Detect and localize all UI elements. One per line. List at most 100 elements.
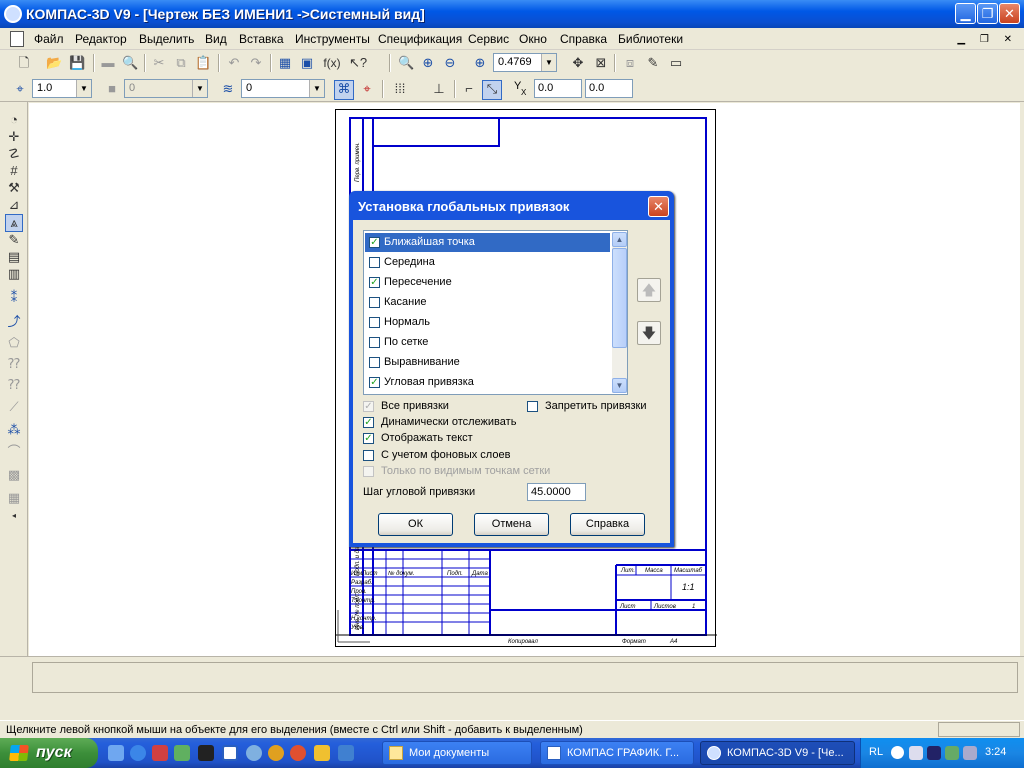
ok-button[interactable]: ОК	[378, 513, 453, 536]
snap-item-intersection[interactable]: ✓ Пересечение	[365, 273, 610, 292]
scroll-down-icon[interactable]: ▼	[612, 378, 627, 393]
variables-icon[interactable]: f(x)	[321, 55, 343, 71]
messenger-icon[interactable]	[174, 745, 190, 761]
snap-checkbox[interactable]: ✓	[369, 377, 380, 388]
tray-misc-icon[interactable]	[963, 746, 977, 760]
cut-icon[interactable]: ✂	[151, 55, 167, 71]
opt-checkbox[interactable]	[527, 401, 538, 412]
chevron-down-icon[interactable]: ▼	[541, 54, 556, 71]
query-length-icon[interactable]: ⤴	[6, 314, 22, 330]
menu-tools[interactable]: Инструменты	[295, 32, 370, 46]
document-icon[interactable]	[10, 31, 24, 47]
paste-icon[interactable]: 📋	[195, 55, 211, 71]
help-pointer-icon[interactable]: ↖?	[349, 55, 367, 71]
menu-editor[interactable]: Редактор	[75, 32, 127, 46]
menu-specification[interactable]: Спецификация	[378, 32, 462, 46]
opt-checkbox[interactable]	[363, 450, 374, 461]
copy-icon[interactable]: ⧉	[173, 55, 189, 71]
tray-network-icon[interactable]	[909, 746, 923, 760]
print-icon[interactable]: ▬	[100, 55, 116, 71]
query-centroid-icon[interactable]: ⟋	[6, 399, 22, 415]
print-preview-icon[interactable]: 🔍	[122, 55, 138, 71]
line-step-combo[interactable]: 1.0 ▼	[32, 79, 92, 98]
save-icon[interactable]: 💾	[69, 55, 85, 71]
layout-icon[interactable]: ▭	[668, 55, 684, 71]
reports-icon[interactable]: ▥	[6, 266, 22, 282]
magnet-icon[interactable]: ⌖	[359, 81, 375, 97]
cancel-button[interactable]: Отмена	[474, 513, 549, 536]
editing-icon[interactable]: #	[6, 163, 22, 179]
menu-select[interactable]: Выделить	[139, 32, 194, 46]
measure-icon[interactable]: ⊿	[6, 197, 22, 213]
list-scrollbar[interactable]: ▲ ▼	[612, 232, 627, 393]
local-cs-icon[interactable]: ⊥	[431, 81, 447, 97]
menu-file[interactable]: Файл	[34, 32, 64, 46]
opt-checkbox[interactable]: ✓	[363, 417, 374, 428]
move-up-button[interactable]: 🡅	[637, 278, 661, 302]
zoom-scale-icon[interactable]: ⊕	[472, 55, 488, 71]
snap-panel-icon[interactable]: ⩓	[5, 214, 23, 232]
menu-window[interactable]: Окно	[519, 32, 547, 46]
tray-app-icon[interactable]	[927, 746, 941, 760]
opt-checkbox[interactable]: ✓	[363, 401, 374, 412]
query-misc-icon[interactable]: ▦	[6, 490, 22, 506]
grid-icon[interactable]: ⁞⁞⁞	[392, 81, 408, 97]
zoom-out-icon[interactable]: ⊖	[442, 55, 458, 71]
snap-checkbox[interactable]	[369, 297, 380, 308]
ortho-icon[interactable]: ⌐	[461, 81, 477, 97]
mdi-controls[interactable]: ▁ ❐ ✕	[957, 34, 1018, 45]
redo-icon[interactable]: ↷	[248, 55, 264, 71]
winamp-icon[interactable]	[198, 745, 214, 761]
snap-item-alignment[interactable]: Выравнивание	[365, 353, 610, 372]
snap-checkbox[interactable]	[369, 337, 380, 348]
minimize-button[interactable]: ▁	[955, 3, 976, 24]
parametrization-icon[interactable]: ⚒	[6, 180, 22, 196]
pan-icon[interactable]: ✥	[570, 55, 586, 71]
manager-icon[interactable]: ▦	[277, 55, 293, 71]
player-icon[interactable]	[290, 745, 306, 761]
internet-explorer-icon[interactable]	[130, 745, 146, 761]
chevron-down-icon[interactable]: ▼	[309, 80, 324, 97]
query-mass-icon[interactable]: ⁇	[6, 377, 22, 393]
kompas-app-icon[interactable]	[4, 5, 22, 23]
menu-service[interactable]: Сервис	[468, 32, 509, 46]
geometry-icon[interactable]: ◔	[6, 112, 22, 128]
query-area-icon[interactable]: ⬠	[6, 335, 22, 351]
layers-icon[interactable]: ≋	[220, 81, 236, 97]
open-folder-icon[interactable]: 📂	[46, 55, 62, 71]
opera-icon[interactable]	[268, 745, 284, 761]
spec-icon[interactable]: ▤	[6, 249, 22, 265]
show-all-icon[interactable]: ⊠	[593, 55, 609, 71]
opt-checkbox[interactable]: ✓	[363, 433, 374, 444]
zoom-in-icon[interactable]: ⊕	[420, 55, 436, 71]
task-kompas-3d[interactable]: КОМПАС-3D V9 - [Че...	[700, 741, 855, 765]
snaps-list[interactable]: ✓ Ближайшая точка Середина ✓ Пересечение…	[363, 230, 628, 395]
designations-icon[interactable]: ☡	[6, 146, 22, 162]
coord-x-field[interactable]: 0.0	[534, 79, 582, 98]
snap-checkbox[interactable]	[369, 357, 380, 368]
select-icon[interactable]: ✎	[6, 232, 22, 248]
chevron-down-icon[interactable]: ▼	[76, 80, 91, 97]
menu-view[interactable]: Вид	[205, 32, 227, 46]
kompas-quick-icon[interactable]	[338, 745, 354, 761]
query-angle-icon[interactable]: ⁇	[6, 356, 22, 372]
start-button[interactable]: пуск	[0, 738, 98, 768]
maximize-button[interactable]: ❐	[977, 3, 998, 24]
snap-checkbox[interactable]	[369, 317, 380, 328]
media-icon[interactable]	[152, 745, 168, 761]
snap-checkbox[interactable]: ✓	[369, 237, 380, 248]
menu-libraries[interactable]: Библиотеки	[618, 32, 683, 46]
toolbar-more-icon[interactable]: ◂	[6, 508, 22, 524]
title-bar[interactable]: КОМПАС-3D V9 - [Чертеж БЕЗ ИМЕНИ1 ->Сист…	[0, 0, 1024, 28]
round-icon[interactable]: ⤡	[482, 80, 502, 100]
task-kompas-graphic[interactable]: КОМПАС ГРАФИК. Г...	[540, 741, 694, 765]
snap-item-tangent[interactable]: Касание	[365, 293, 610, 312]
query-points-icon[interactable]: ⁂	[6, 422, 22, 438]
move-down-button[interactable]: 🡇	[637, 321, 661, 345]
help-button[interactable]: Справка	[570, 513, 645, 536]
close-button[interactable]: ✕	[999, 3, 1020, 24]
snap-settings-icon[interactable]: ⌘	[334, 80, 354, 100]
menu-help[interactable]: Справка	[560, 32, 607, 46]
coord-y-field[interactable]: 0.0	[585, 79, 633, 98]
tray-volume-icon[interactable]	[945, 746, 959, 760]
